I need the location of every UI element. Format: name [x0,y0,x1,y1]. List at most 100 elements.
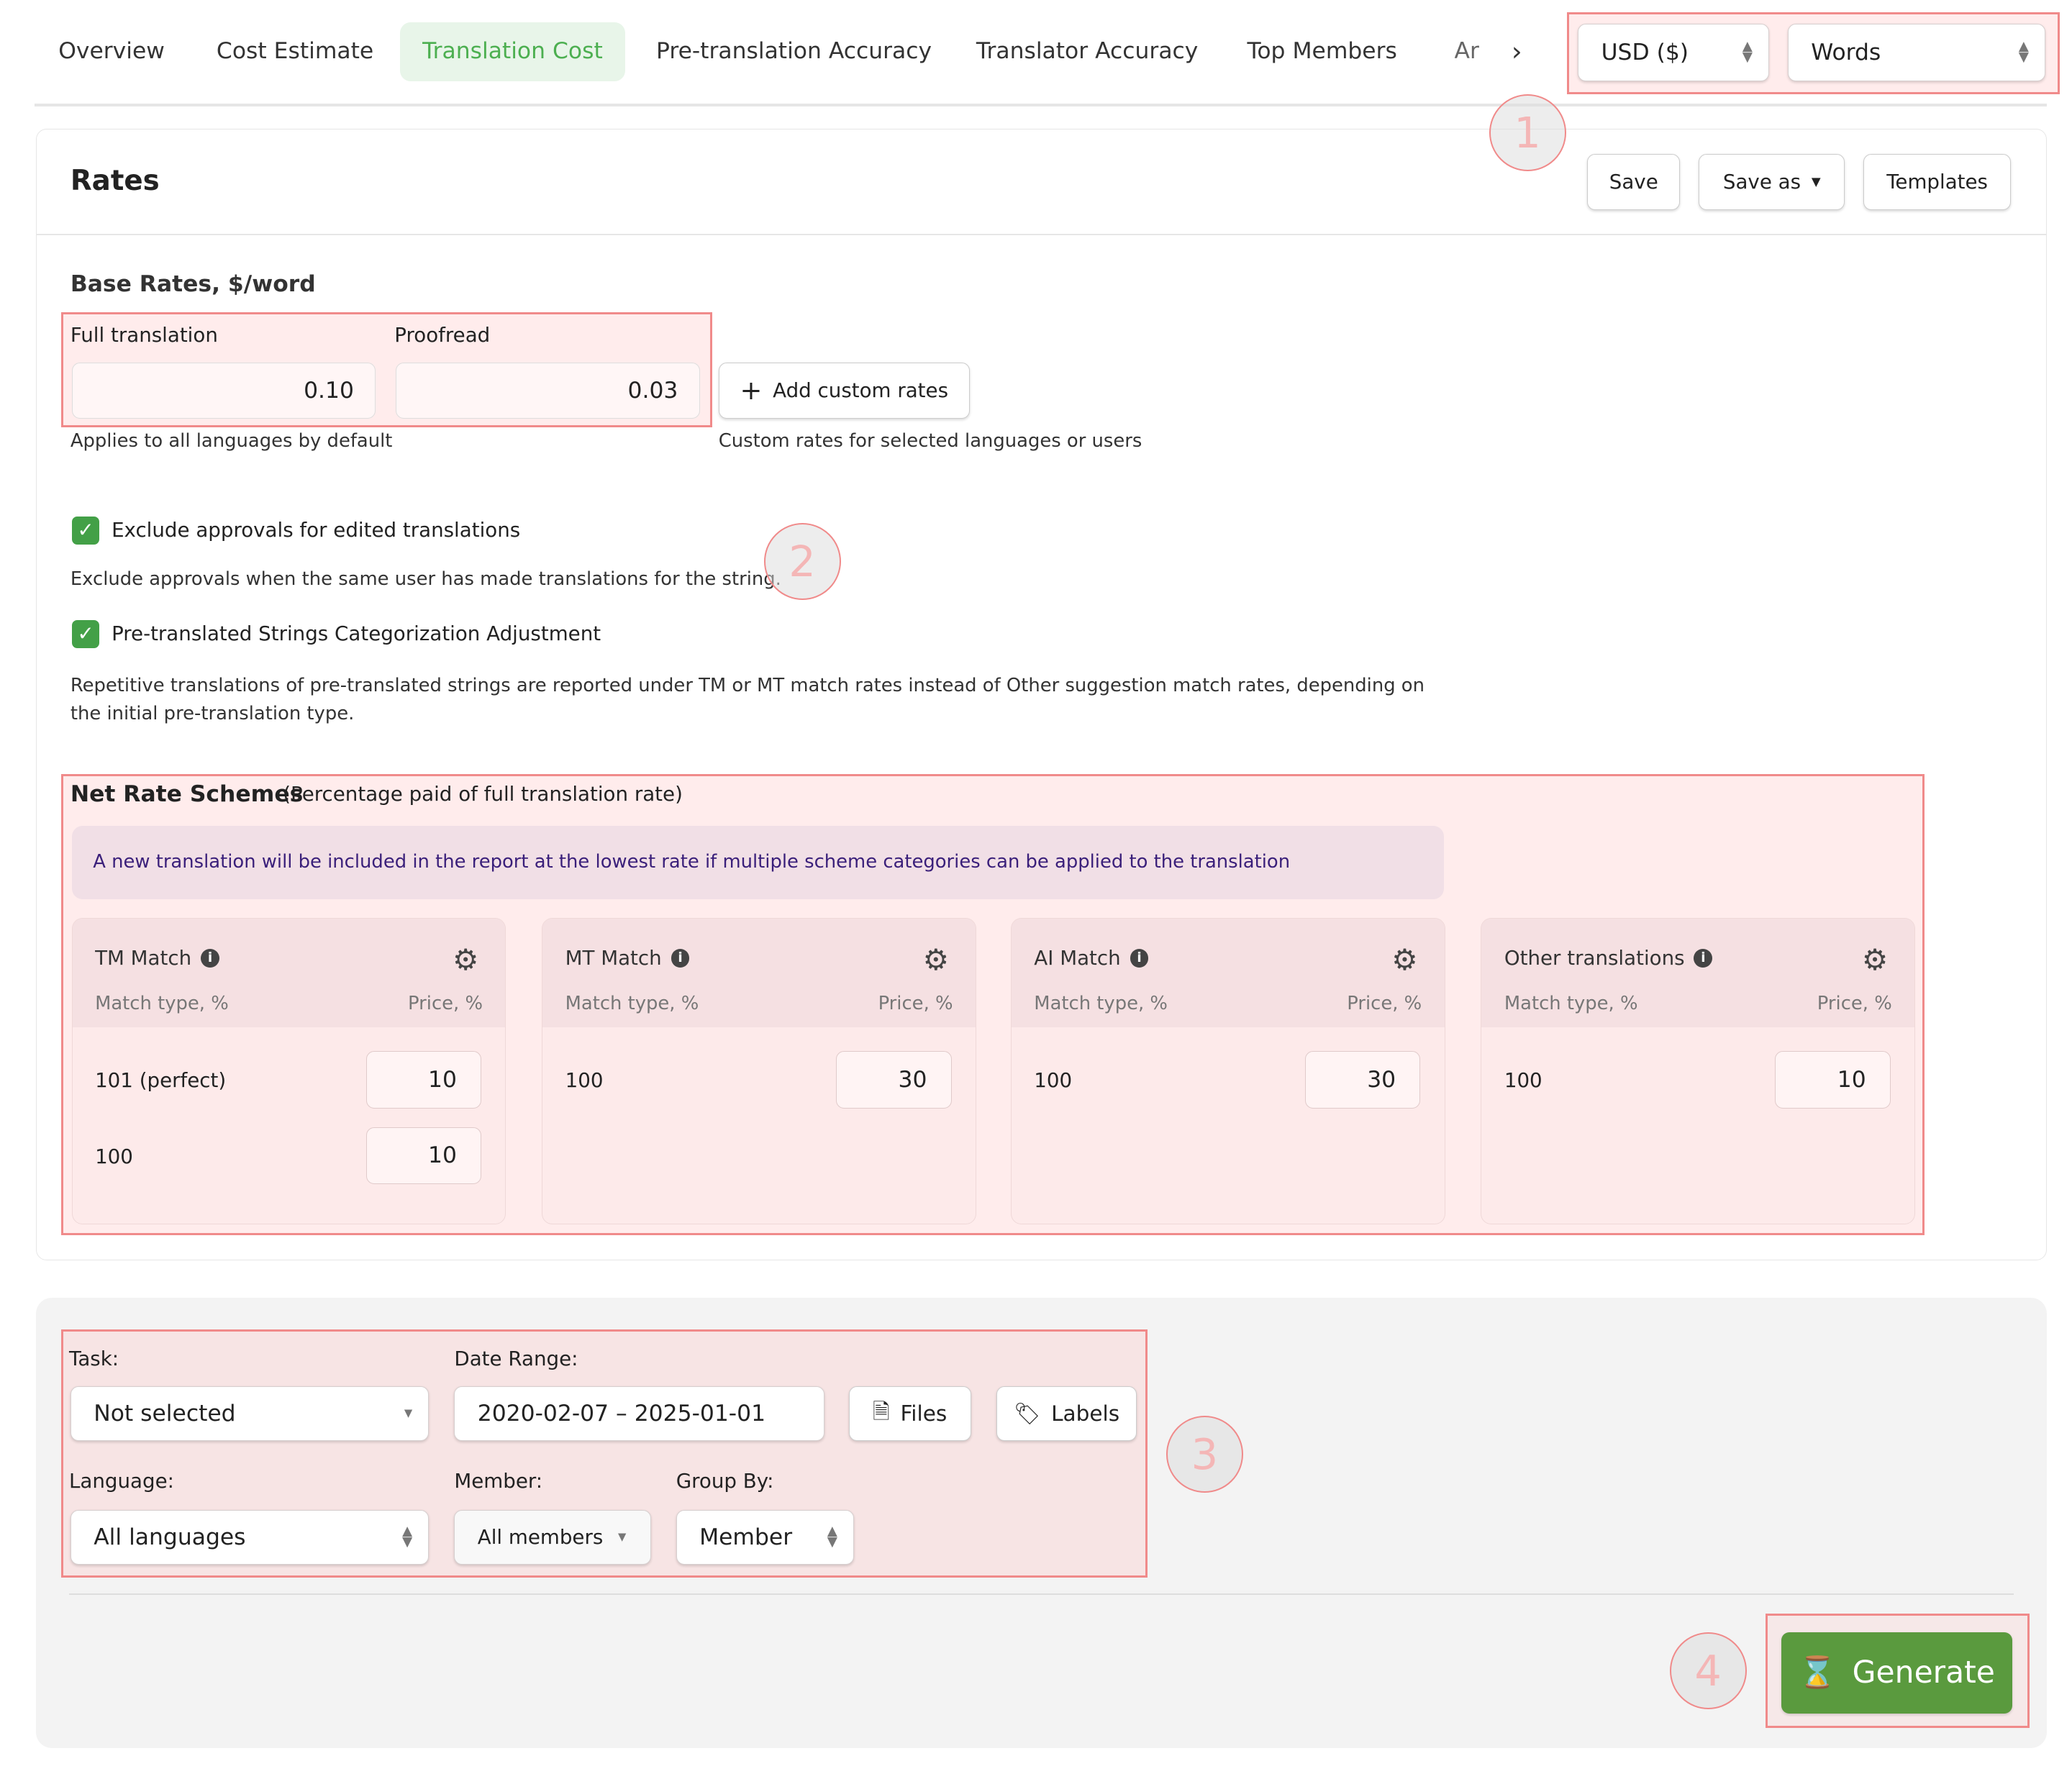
info-icon[interactable]: i [201,949,219,968]
date-range-value: 2020-02-07 – 2025-01-01 [477,1401,766,1427]
tab-translation-cost[interactable]: Translation Cost [399,22,626,81]
full-translation-input[interactable]: 0.10 [71,362,376,419]
net-rate-subtitle: (Percentage paid of full translation rat… [283,782,683,806]
chevron-right-icon[interactable]: › [1512,22,1522,81]
full-translation-label: Full translation [70,322,218,347]
add-custom-rates-button[interactable]: + Add custom rates [718,362,970,419]
pretranslated-checkbox[interactable]: ✓ [71,620,100,648]
scheme-card: Other translations i ⚙ Match type, % Pric… [1481,917,1916,1225]
group-by-select[interactable]: Member ▲ ▼ [676,1510,855,1565]
scheme-card: MT Match i ⚙ Match type, % Price, % 100 30 [542,917,976,1225]
tab-pre-translation-accuracy[interactable]: Pre-translation Accuracy [656,22,932,81]
sort-arrows-icon: ▲ ▼ [2018,39,2029,65]
language-select[interactable]: All languages ▲ ▼ [70,1510,430,1565]
exclude-approvals-label: Exclude approvals for edited translation… [112,517,521,542]
divider [34,103,2047,106]
generate-label: Generate [1852,1655,1995,1691]
pretranslated-label: Pre-translated Strings Categorization Ad… [112,621,601,645]
price-input[interactable]: 10 [365,1127,482,1184]
save-as-label: Save as [1722,170,1801,194]
match-type-value: 100 [1034,1068,1073,1093]
plus-icon: + [740,375,763,406]
price-input[interactable]: 30 [836,1051,952,1109]
scheme-title: MT Match [565,946,662,970]
language-label: Language: [68,1468,174,1493]
gear-icon[interactable]: ⚙ [1862,942,1888,977]
info-icon[interactable]: i [671,949,690,968]
pretranslated-desc: Repetitive translations of pre-translate… [70,675,1424,724]
match-type-header: Match type, % [565,993,699,1015]
sort-arrows-icon: ▲ ▼ [827,1524,837,1550]
scheme-card: AI Match i ⚙ Match type, % Price, % 100 30 [1010,917,1445,1225]
labels-label: Labels [1051,1401,1120,1427]
price-header: Price, % [1347,993,1422,1015]
currency-select[interactable]: USD ($) ▲ ▼ [1578,24,1770,81]
tag-icon: 🏷 [1013,1401,1041,1426]
annotation-marker-2: 2 [763,523,841,601]
file-icon: 🗎 [872,1398,890,1424]
group-by-label: Group By: [676,1468,774,1493]
gear-icon[interactable]: ⚙ [923,942,949,977]
proofread-input[interactable]: 0.03 [396,362,700,419]
price-header: Price, % [1817,993,1892,1015]
scheme-title: AI Match [1034,946,1121,970]
scheme-card-header: Other translations i ⚙ Match type, % Pric… [1481,918,1915,1028]
info-icon[interactable]: i [1130,949,1149,968]
gear-icon[interactable]: ⚙ [1391,942,1417,977]
generate-button[interactable]: ⌛ Generate [1781,1632,2012,1714]
match-type-header: Match type, % [95,993,229,1015]
base-rates-title: Base Rates, $/word [70,270,316,297]
match-type-header: Match type, % [1034,993,1168,1015]
match-type-value: 101 (perfect) [95,1068,227,1093]
task-select[interactable]: Not selected ▼ [70,1386,430,1442]
info-icon[interactable]: i [1694,949,1713,968]
labels-button[interactable]: 🏷 Labels [996,1386,1137,1442]
member-label: Member: [454,1468,543,1493]
exclude-approvals-checkbox[interactable]: ✓ [71,517,100,545]
tab-truncated[interactable]: Ar [1455,22,1484,81]
task-value: Not selected [94,1401,236,1427]
net-rate-info-banner: A new translation will be included in th… [71,826,1444,899]
group-by-value: Member [699,1524,793,1550]
match-type-header: Match type, % [1504,993,1638,1015]
scheme-card: TM Match i ⚙ Match type, % Price, % 101 (p… [71,917,506,1225]
language-value: All languages [94,1524,246,1550]
add-custom-label: Add custom rates [773,378,948,403]
templates-button[interactable]: Templates [1863,154,2012,210]
date-range-input[interactable]: 2020-02-07 – 2025-01-01 [454,1386,825,1442]
files-button[interactable]: 🗎 Files [848,1386,971,1442]
unit-select[interactable]: Words ▲ ▼ [1787,24,2046,81]
rates-title: Rates [70,164,160,197]
member-value: All members [477,1525,604,1550]
scheme-card-header: AI Match i ⚙ Match type, % Price, % [1011,918,1445,1028]
tab-top-members[interactable]: Top Members [1248,22,1397,81]
currency-value: USD ($) [1601,39,1689,65]
net-rate-title: Net Rate Schemes [70,781,304,807]
price-input[interactable]: 30 [1304,1051,1421,1109]
date-range-label: Date Range: [454,1346,578,1370]
member-select[interactable]: All members ▼ [454,1510,651,1565]
caret-down-icon: ▼ [404,1406,413,1419]
match-type-value: 100 [95,1144,133,1168]
unit-value: Words [1811,39,1881,65]
custom-help-text: Custom rates for selected languages or u… [718,430,1142,452]
sort-arrows-icon: ▲ ▼ [401,1524,413,1550]
scheme-card-header: MT Match i ⚙ Match type, % Price, % [542,918,976,1028]
files-label: Files [900,1401,948,1427]
sort-arrows-icon: ▲ ▼ [1742,39,1753,65]
annotation-marker-4: 4 [1669,1632,1747,1709]
gear-icon[interactable]: ⚙ [453,942,478,977]
price-input[interactable]: 10 [1775,1051,1891,1109]
price-input[interactable]: 10 [365,1051,482,1109]
scheme-card-header: TM Match i ⚙ Match type, % Price, % [72,918,506,1028]
save-button[interactable]: Save [1587,154,1681,210]
exclude-approvals-desc: Exclude approvals when the same user has… [70,568,781,591]
proofread-label: Proofread [394,322,491,347]
save-as-button[interactable]: Save as ▼ [1699,154,1845,210]
caret-down-icon: ▼ [1811,175,1821,189]
tab-cost-estimate[interactable]: Cost Estimate [217,22,373,81]
scheme-title: Other translations [1504,946,1685,970]
tab-overview[interactable]: Overview [58,22,165,81]
caret-down-icon: ▼ [618,1530,627,1543]
tab-translator-accuracy[interactable]: Translator Accuracy [976,22,1198,81]
